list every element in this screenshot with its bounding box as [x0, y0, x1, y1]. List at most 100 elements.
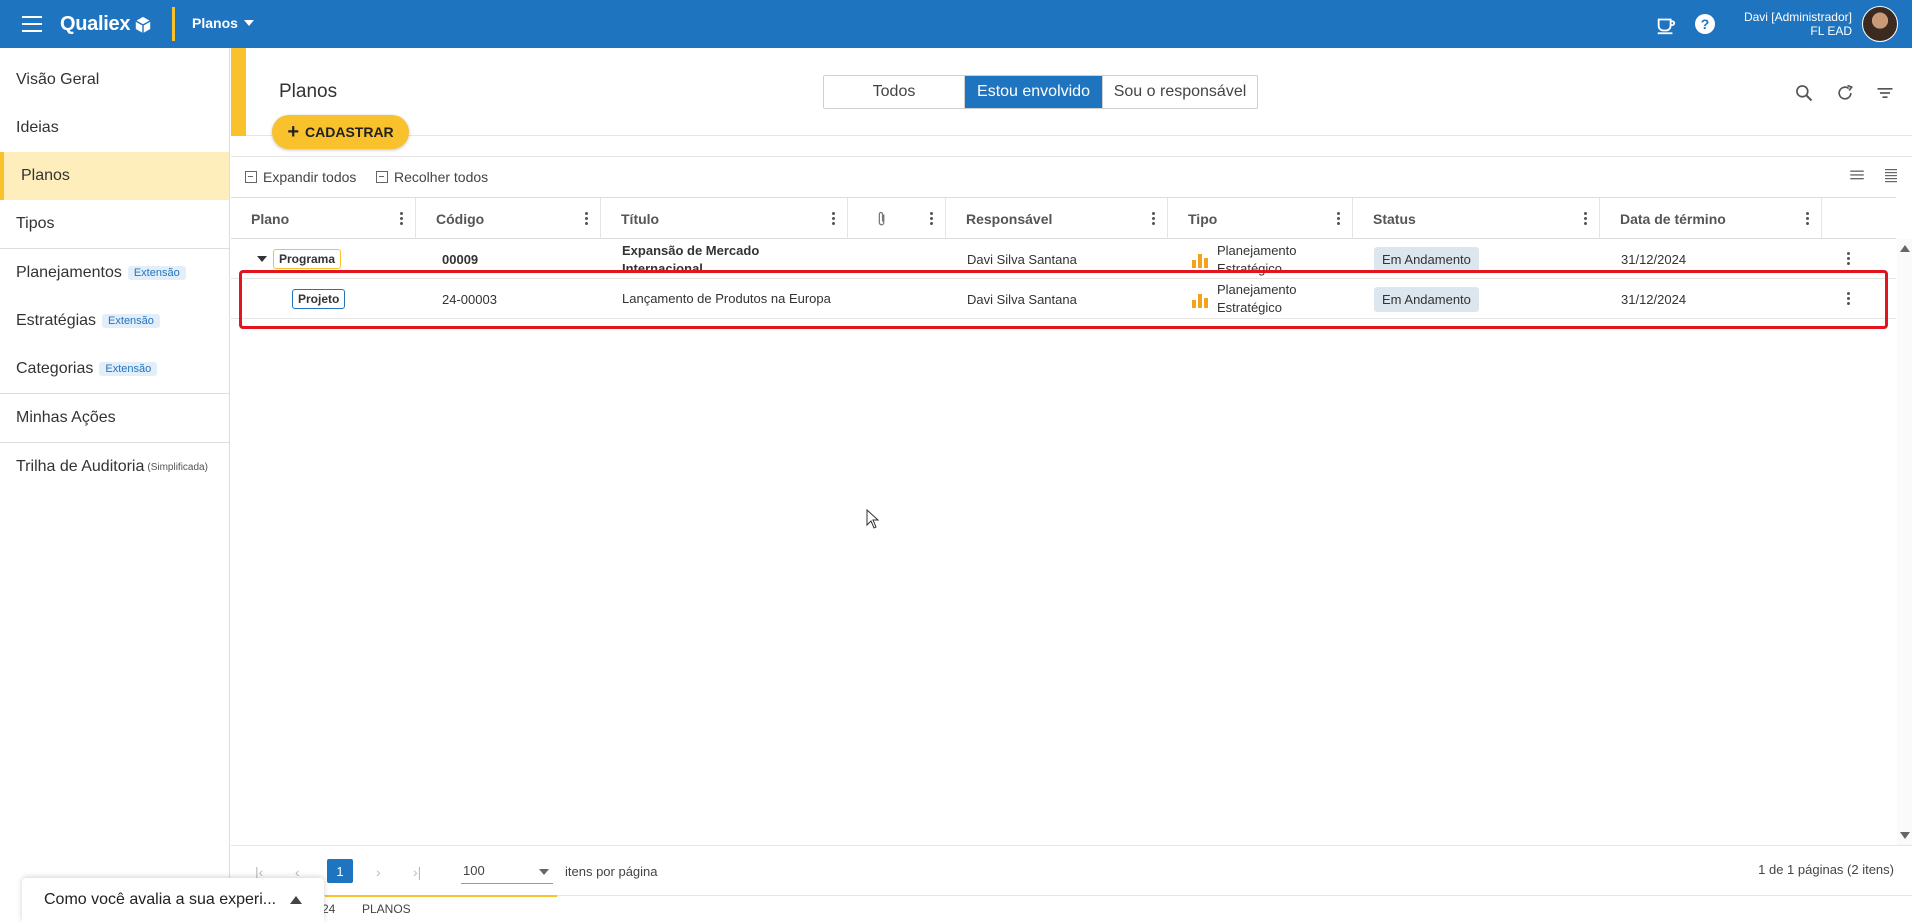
column-menu-icon[interactable]: [1806, 212, 1809, 225]
collapse-all-button[interactable]: Recolher todos: [376, 169, 488, 185]
column-header-responsavel[interactable]: Responsável: [946, 198, 1168, 239]
column-label: Tipo: [1188, 210, 1218, 227]
row-plan-type: Projeto: [292, 279, 346, 319]
header-accent: [231, 48, 246, 136]
per-page-label: itens por página: [565, 864, 658, 879]
table-row[interactable]: Programa 00009 Expansão de Mercado Inter…: [231, 239, 1896, 279]
row-responsible: Davi Silva Santana: [967, 291, 1077, 307]
column-header-titulo[interactable]: Título: [601, 198, 848, 239]
row-title[interactable]: Lançamento de Produtos na Europa: [622, 279, 832, 319]
sidebar-item-estrategias[interactable]: Estratégias Extensão: [0, 297, 229, 345]
sidebar-item-visao-geral[interactable]: Visão Geral: [0, 56, 229, 104]
status-badge: Em Andamento: [1374, 246, 1479, 272]
row-title[interactable]: Expansão de Mercado Internacional: [622, 239, 832, 279]
user-name: Davi [Administrador]: [1743, 10, 1852, 24]
row-type: Planejamento Estratégico: [1191, 279, 1341, 319]
scroll-up-icon[interactable]: [1900, 245, 1910, 252]
compact-view-icon[interactable]: [1882, 166, 1900, 184]
row-end-date: 31/12/2024: [1621, 251, 1687, 267]
column-header-plano[interactable]: Plano: [231, 198, 416, 239]
sidebar-item-note: (Simplificada): [147, 461, 208, 473]
sidebar-item-trilha-auditoria[interactable]: Trilha de Auditoria (Simplificada): [0, 443, 229, 491]
feedback-widget[interactable]: Como você avalia a sua experi...: [22, 878, 324, 922]
cube-icon: [135, 16, 151, 33]
sidebar-item-tipos[interactable]: Tipos: [0, 200, 229, 248]
scroll-down-icon[interactable]: [1900, 832, 1910, 839]
column-header-tipo[interactable]: Tipo: [1168, 198, 1353, 239]
brand-separator: [172, 7, 175, 41]
bar-chart-icon: [1192, 294, 1208, 308]
plus-icon: +: [287, 121, 299, 143]
brand-name: Qualiex: [60, 13, 131, 35]
row-type: Planejamento Estratégico: [1191, 239, 1341, 279]
search-icon[interactable]: [1794, 83, 1814, 103]
filter-todos[interactable]: Todos: [824, 76, 965, 108]
row-menu-icon[interactable]: [1847, 252, 1850, 266]
feedback-text: Como você avalia a sua experi...: [44, 891, 277, 908]
avatar[interactable]: [1862, 6, 1898, 42]
page-size-select[interactable]: 100: [461, 858, 553, 884]
extension-badge: Extensão: [102, 314, 160, 328]
row-code: 24-00003: [442, 291, 497, 307]
mouse-cursor-icon: [866, 509, 880, 529]
column-menu-icon[interactable]: [930, 212, 933, 225]
page-number[interactable]: 1: [327, 859, 353, 883]
filter-icon[interactable]: [1875, 83, 1895, 103]
expand-icon: [245, 171, 257, 183]
grid-header: Plano Código Título Responsável Tipo Sta…: [231, 197, 1896, 239]
row-type-label: Planejamento Estratégico: [1217, 243, 1297, 276]
sidebar-item-categorias[interactable]: Categorias Extensão: [0, 345, 229, 393]
next-page-icon[interactable]: ›: [376, 864, 381, 880]
brand-logo[interactable]: Qualiex: [60, 13, 152, 36]
filter-sou-responsavel[interactable]: Sou o responsável: [1102, 76, 1257, 108]
coffee-cup-icon[interactable]: [1655, 14, 1677, 36]
column-header-status[interactable]: Status: [1353, 198, 1600, 239]
column-menu-icon[interactable]: [585, 212, 588, 225]
filter-estou-envolvido[interactable]: Estou envolvido: [965, 76, 1102, 108]
column-header-codigo[interactable]: Código: [416, 198, 601, 239]
page-size-value: 100: [463, 863, 485, 878]
last-page-icon[interactable]: ›|: [413, 864, 421, 880]
extension-badge: Extensão: [127, 266, 186, 280]
bottom-tab-planos[interactable]: PLANOS: [362, 902, 411, 916]
column-header-data-termino[interactable]: Data de término: [1600, 198, 1822, 239]
sidebar-item-minhas-acoes[interactable]: Minhas Ações: [0, 394, 229, 442]
column-menu-icon[interactable]: [1584, 212, 1587, 225]
bottom-tab-partial[interactable]: 24: [322, 902, 335, 916]
expand-toggle[interactable]: Programa: [257, 239, 342, 279]
row-menu-icon[interactable]: [1847, 292, 1850, 306]
column-menu-icon[interactable]: [832, 212, 835, 225]
menu-icon[interactable]: [22, 16, 42, 32]
column-label: Responsável: [966, 210, 1053, 227]
top-bar: Qualiex Planos ? Davi [Administrador] FL…: [0, 0, 1912, 48]
sidebar-item-planos[interactable]: Planos: [0, 152, 229, 200]
column-header-anexos[interactable]: [848, 198, 946, 239]
bottom-tab-bar: [231, 895, 1912, 922]
module-selector[interactable]: Planos: [192, 15, 254, 31]
list-view-icon[interactable]: [1848, 166, 1866, 184]
sidebar-item-planejamentos[interactable]: Planejamentos Extensão: [0, 249, 229, 297]
help-icon[interactable]: ?: [1695, 14, 1717, 36]
refresh-icon[interactable]: [1835, 83, 1855, 103]
sidebar-item-ideias[interactable]: Ideias: [0, 104, 229, 152]
sidebar-item-label: Planos: [21, 167, 70, 184]
cadastrar-button[interactable]: + CADASTRAR: [272, 115, 409, 149]
column-label: Plano: [251, 210, 290, 227]
user-org: FL EAD: [1810, 24, 1852, 38]
expand-all-button[interactable]: Expandir todos: [245, 169, 356, 185]
vertical-scrollbar[interactable]: [1897, 239, 1912, 845]
sidebar-item-label: Categorias: [16, 360, 94, 377]
sidebar: Visão Geral Ideias Planos Tipos Planejam…: [0, 48, 230, 922]
column-menu-icon[interactable]: [400, 212, 403, 225]
column-menu-icon[interactable]: [1337, 212, 1340, 225]
chevron-down-icon: [539, 869, 549, 875]
column-menu-icon[interactable]: [1152, 212, 1155, 225]
sidebar-item-label: Visão Geral: [16, 71, 100, 88]
module-label: Planos: [192, 15, 238, 31]
sidebar-item-label: Tipos: [16, 215, 55, 232]
expand-all-label: Expandir todos: [263, 169, 357, 185]
chevron-up-icon: [290, 896, 302, 904]
cadastrar-label: CADASTRAR: [305, 124, 394, 140]
user-info[interactable]: Davi [Administrador] FL EAD: [1744, 10, 1852, 38]
table-row[interactable]: Projeto 24-00003 Lançamento de Produtos …: [231, 279, 1896, 319]
